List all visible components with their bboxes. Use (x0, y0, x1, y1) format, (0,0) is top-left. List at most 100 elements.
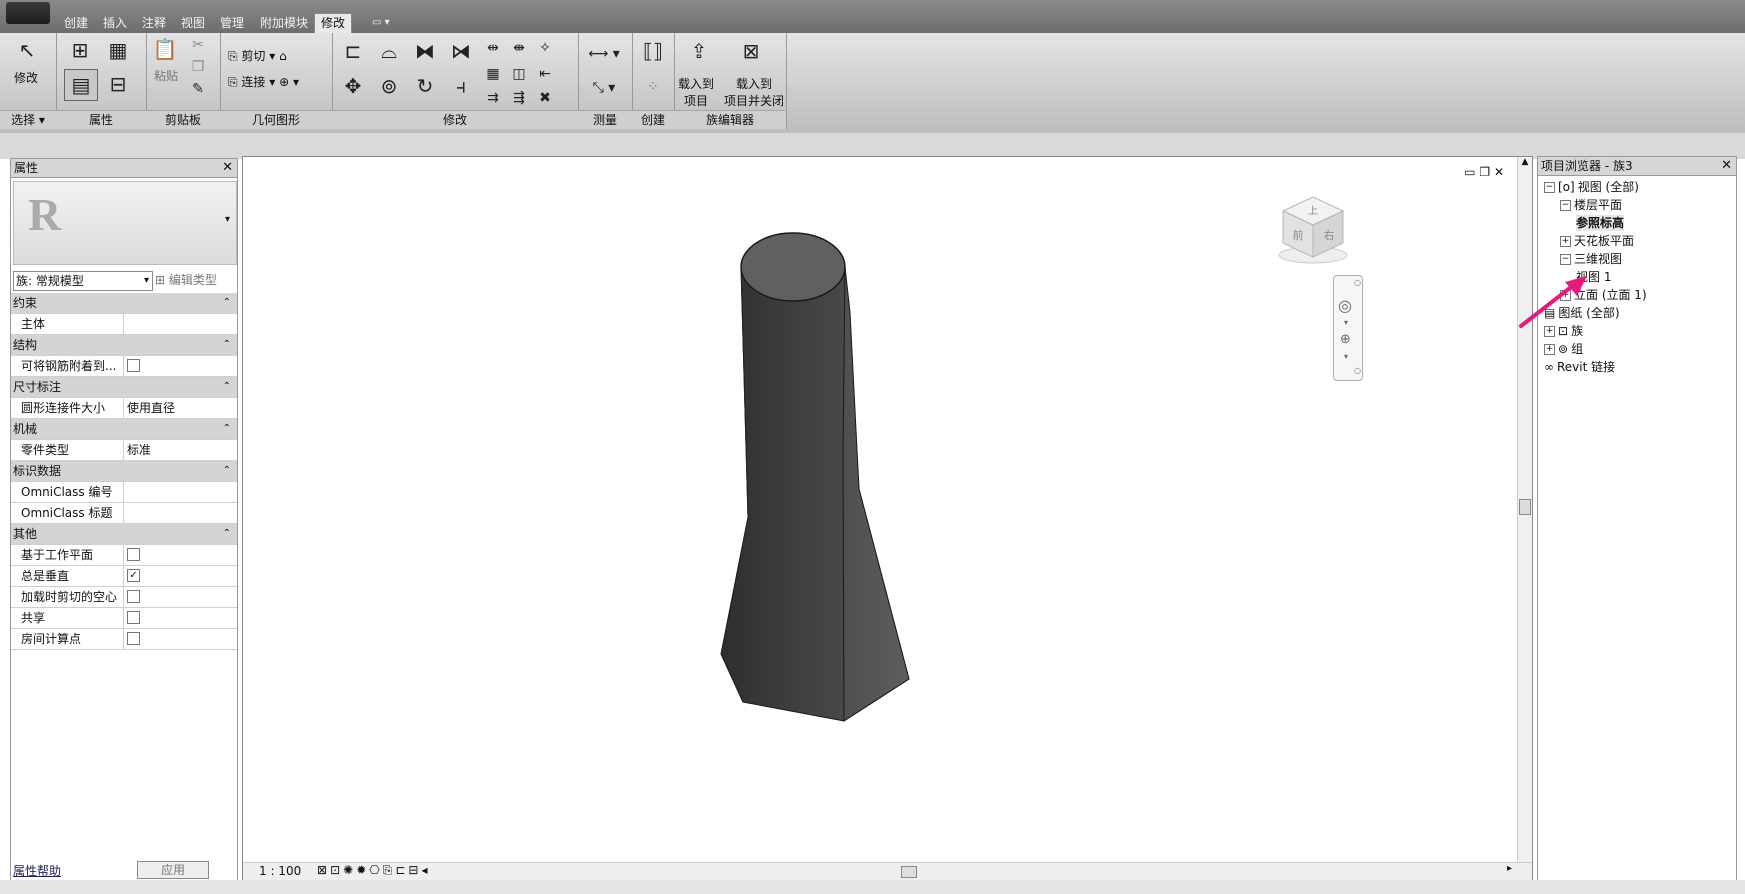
close-icon[interactable]: ✕ (219, 159, 233, 177)
tree-item[interactable]: − 楼层平面 (1560, 197, 1622, 213)
collapse-icon[interactable]: ⌃ (223, 524, 231, 544)
create-group-icon[interactable]: ⟦⟧ (638, 37, 668, 65)
properties-help-link[interactable]: 属性帮助 (13, 862, 61, 879)
crop-view-icon[interactable]: ⎘ (383, 863, 396, 877)
tree-item[interactable]: 参照标高 (1576, 215, 1625, 231)
show-crop-icon[interactable]: ⊏ (395, 863, 408, 877)
chevron-down-icon[interactable]: ▾ (225, 214, 230, 225)
type-selector-dropdown[interactable]: 族: 常规模型 ▾ (13, 271, 153, 291)
move-icon[interactable]: ✥ (338, 71, 368, 101)
application-button[interactable] (6, 2, 50, 24)
view-scale[interactable]: 1 : 100 (259, 864, 301, 878)
copy-icon[interactable]: ❐ (188, 57, 208, 77)
property-value-cell[interactable] (123, 587, 237, 607)
family-types-icon[interactable]: ▦ (102, 35, 134, 65)
copy-element-icon[interactable]: ⊚ (374, 71, 404, 101)
cut-button[interactable]: ⎘ 剪切 ▾ ⌂ (228, 47, 287, 64)
collapse-icon[interactable]: − (1560, 200, 1571, 211)
collapse-icon[interactable]: ⌃ (223, 419, 231, 439)
rotate-icon[interactable]: ↻ (410, 71, 440, 101)
scroll-left-icon[interactable]: ◂ (421, 863, 430, 877)
collapse-icon[interactable]: − (1560, 254, 1571, 265)
properties-icon[interactable]: ▤ (64, 69, 98, 101)
trim-multiple-icon[interactable]: ⇶ (508, 87, 530, 109)
delete-icon[interactable]: ✖ (534, 87, 556, 109)
tree-item[interactable]: + 天花板平面 (1560, 233, 1634, 249)
trim-icon[interactable]: ⫞ (446, 71, 476, 101)
property-value-cell[interactable] (123, 503, 237, 523)
split-gap-icon[interactable]: ⇼ (508, 37, 530, 59)
visual-style-icon[interactable]: ⊡ (330, 863, 343, 877)
trim-single-icon[interactable]: ⇉ (482, 87, 504, 109)
temporary-hide-icon[interactable]: ⊟ (408, 863, 421, 877)
3d-model[interactable] (243, 157, 1532, 881)
collapse-icon[interactable]: ⌃ (223, 335, 231, 355)
apply-button[interactable]: 应用 (137, 861, 209, 879)
collapse-icon[interactable]: ⌃ (223, 377, 231, 397)
property-checkbox[interactable] (127, 359, 140, 372)
dimension-icon[interactable]: ⤡ ▾ (584, 77, 624, 99)
type-properties-icon[interactable]: ⊞ (64, 35, 96, 65)
scissors-icon[interactable]: ✂ (188, 35, 208, 55)
tab-modify[interactable]: 修改 (314, 13, 353, 34)
property-value-cell[interactable] (123, 482, 237, 502)
tab-create[interactable]: 创建 (58, 14, 94, 32)
measure-distance-icon[interactable]: ⟷ ▾ (584, 43, 624, 65)
mirror-draw-icon[interactable]: ⧒ (446, 37, 476, 65)
property-checkbox[interactable] (127, 611, 140, 624)
cursor-icon[interactable]: ↖ (14, 37, 40, 63)
property-value-cell[interactable] (123, 629, 237, 649)
split-icon[interactable]: ⇹ (482, 37, 504, 59)
match-properties-icon[interactable]: ✎ (188, 79, 208, 99)
property-value-cell[interactable] (123, 356, 237, 376)
paste-icon[interactable]: 📋 (152, 35, 178, 63)
property-value-cell[interactable] (123, 608, 237, 628)
tree-item[interactable]: − 三维视图 (1560, 251, 1622, 267)
ribbon-toggle-icon[interactable]: ▭ ▾ (366, 14, 396, 32)
close-icon[interactable]: ✕ (1718, 157, 1732, 175)
drawing-viewport[interactable]: ▭ ❐ ✕ ▲ ▼ 上 前 右 ○ ◎ ▾ ⊕ ▾ ○ (242, 156, 1533, 882)
horizontal-scroll-thumb[interactable] (901, 866, 917, 878)
tab-addins[interactable]: 附加模块 (254, 14, 314, 32)
load-into-project-button[interactable]: 载入到 项目 (678, 75, 714, 109)
property-checkbox[interactable] (127, 590, 140, 603)
edit-type-button[interactable]: ⊞ 编辑类型 (155, 271, 217, 289)
load-into-project-icon[interactable]: ⇪ (684, 37, 714, 65)
scroll-right-icon[interactable]: ▸ (1507, 863, 1512, 874)
expand-icon[interactable]: + (1560, 236, 1571, 247)
property-value-cell[interactable] (123, 545, 237, 565)
tree-item[interactable]: ∞ Revit 链接 (1544, 359, 1615, 375)
array-icon[interactable]: ▦ (482, 63, 504, 85)
detail-level-icon[interactable]: ⊠ (317, 863, 330, 877)
mirror-axis-icon[interactable]: ⧓ (410, 37, 440, 65)
create-similar-icon[interactable]: ⁘ (638, 73, 668, 101)
tree-item[interactable]: − [o] 视图 (全部) (1544, 179, 1639, 195)
tree-item[interactable]: + ⊚ 组 (1544, 341, 1583, 357)
render-icon[interactable]: ⎔ (369, 863, 382, 877)
load-and-close-button[interactable]: 载入到 项目并关闭 (724, 75, 784, 109)
align-icon[interactable]: ⊏ (338, 37, 368, 65)
property-checkbox[interactable] (127, 548, 140, 561)
load-and-close-icon[interactable]: ⊠ (736, 37, 766, 65)
tab-manage[interactable]: 管理 (214, 14, 250, 32)
unpin-icon[interactable]: ⇤ (534, 63, 556, 85)
collapse-icon[interactable]: − (1544, 182, 1555, 193)
property-value-cell[interactable]: 标准 (123, 440, 237, 460)
family-category-icon[interactable]: ⊟ (102, 69, 134, 99)
modify-button[interactable]: 修改 (14, 69, 38, 86)
sun-path-icon[interactable]: ✺ (343, 863, 356, 877)
select-dropdown[interactable]: 选择 ▾ (0, 110, 56, 129)
collapse-icon[interactable]: ⌃ (223, 293, 231, 313)
join-button[interactable]: ⎘ 连接 ▾ ⊕ ▾ (228, 73, 299, 90)
tab-view[interactable]: 视图 (175, 14, 211, 32)
tab-annotate[interactable]: 注释 (136, 14, 172, 32)
property-value-cell[interactable]: ✓ (123, 566, 237, 586)
collapse-icon[interactable]: ⌃ (223, 461, 231, 481)
property-checkbox[interactable]: ✓ (127, 569, 140, 582)
property-value-cell[interactable] (123, 314, 237, 334)
tab-insert[interactable]: 插入 (97, 14, 133, 32)
view-control-icons[interactable]: ⊠⊡✺✹⎔⎘⊏⊟◂ (317, 863, 431, 878)
pin-icon[interactable]: ✧ (534, 37, 556, 59)
scale-icon[interactable]: ◫ (508, 63, 530, 85)
offset-icon[interactable]: ⌓ (374, 37, 404, 65)
